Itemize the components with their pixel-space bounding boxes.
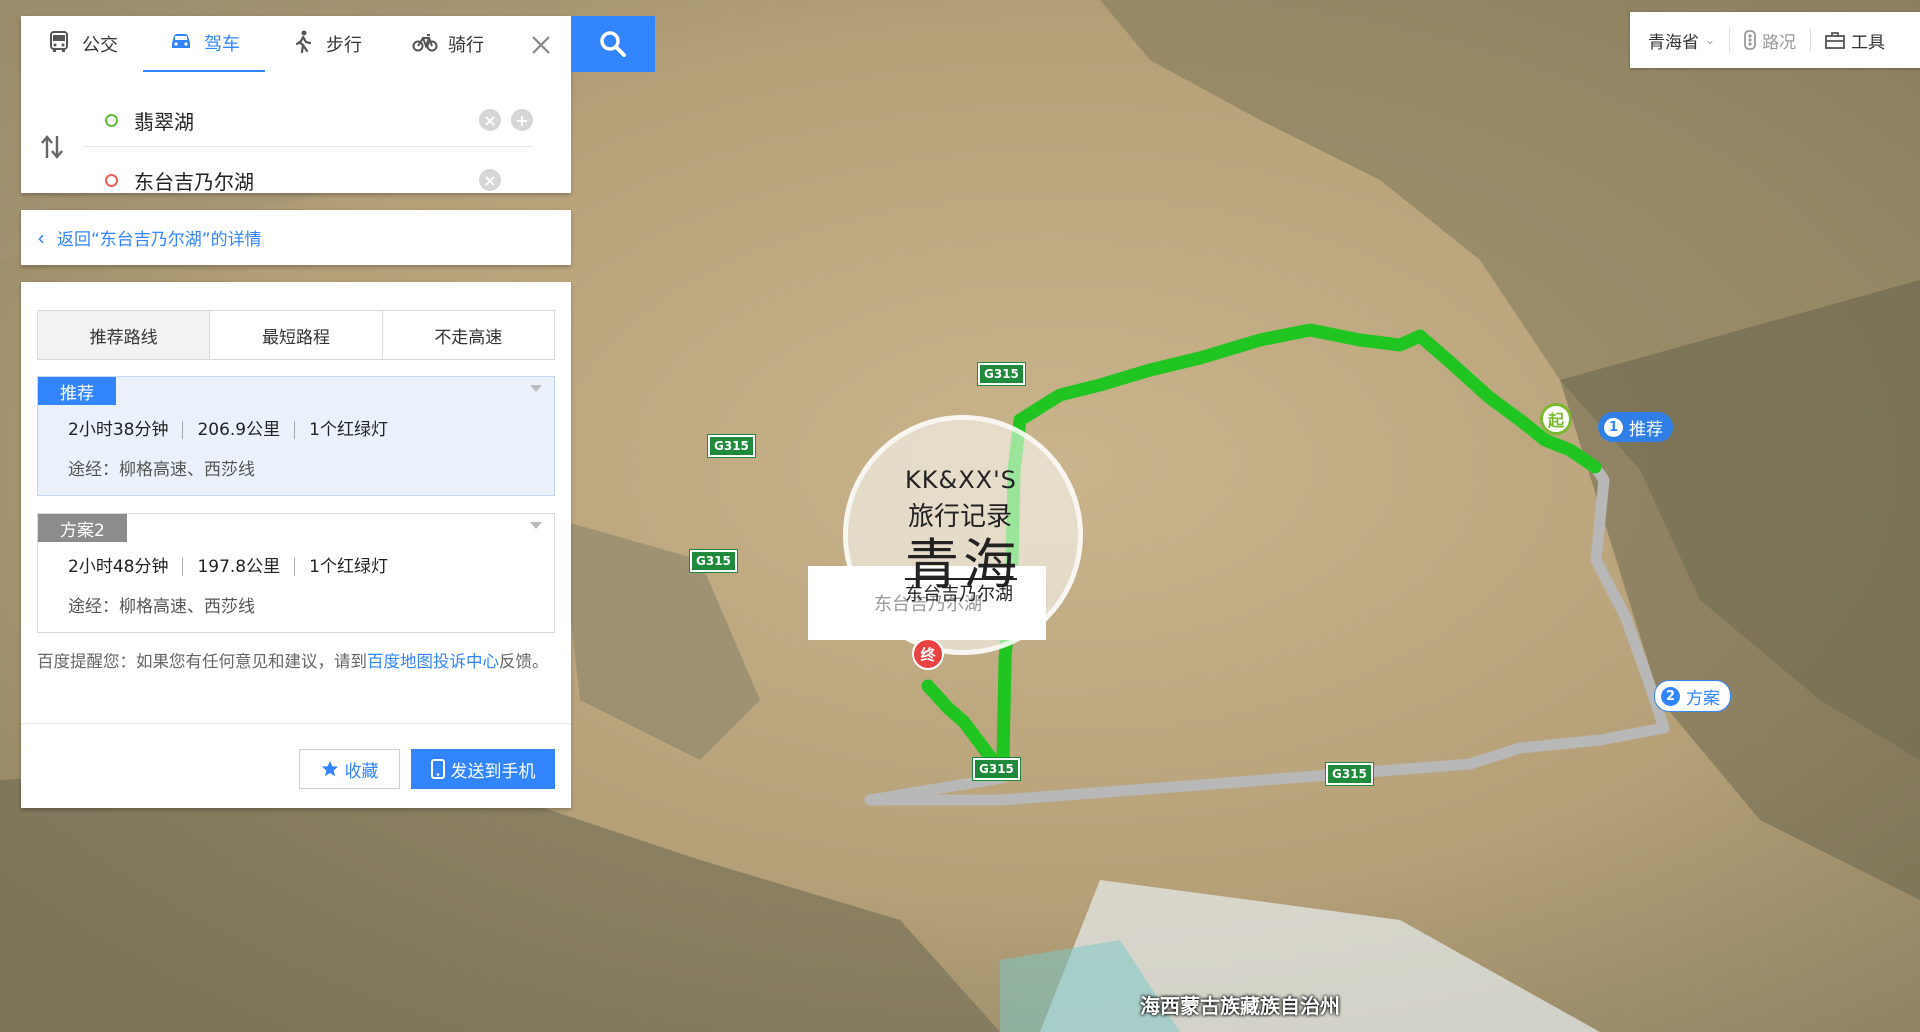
traffic-toggle[interactable]: 路况 bbox=[1744, 12, 1796, 68]
transport-mode-tabs: 公交 驾车 步行 骑行 bbox=[21, 16, 511, 72]
highway-shield: G315 bbox=[707, 434, 756, 458]
route1-text: 推荐 bbox=[1629, 419, 1663, 440]
plan-traffic-lights: 1个红绿灯 bbox=[294, 558, 402, 576]
watermark-brand: KK&XX'S bbox=[905, 466, 1017, 494]
bus-icon bbox=[46, 29, 72, 60]
tab-bus-label: 公交 bbox=[82, 35, 118, 56]
bike-icon bbox=[412, 29, 438, 60]
route-plan-2[interactable]: 方案2 2小时48分钟 197.8公里 1个红绿灯 途经：柳格高速、西莎线 bbox=[37, 513, 555, 633]
phone-icon bbox=[430, 759, 445, 779]
feedback-tip: 百度提醒您：如果您有任何意见和建议，请到百度地图投诉中心反馈。 bbox=[37, 647, 562, 676]
tab-recommended[interactable]: 推荐路线 bbox=[38, 311, 211, 359]
tip-prefix: 百度提醒您：如果您有任何意见和建议，请到 bbox=[37, 652, 367, 671]
route2-number: 2 bbox=[1661, 686, 1680, 706]
watermark-line3: 东台吉乃尔湖 bbox=[905, 584, 1013, 605]
province-selector[interactable]: 青海省 ⌄ bbox=[1648, 12, 1715, 68]
plan-traffic-lights: 1个红绿灯 bbox=[294, 421, 402, 439]
highway-shield: G315 bbox=[689, 549, 738, 573]
plan-distance: 197.8公里 bbox=[182, 558, 294, 576]
tip-suffix: 反馈。 bbox=[499, 652, 549, 671]
add-waypoint-icon[interactable]: + bbox=[511, 109, 533, 131]
favorite-button[interactable]: 收藏 bbox=[299, 749, 400, 789]
tab-bike[interactable]: 骑行 bbox=[387, 16, 509, 72]
back-to-detail-link[interactable]: 返回“东台吉乃尔湖”的详情 bbox=[57, 225, 262, 250]
tab-drive-label: 驾车 bbox=[204, 34, 240, 55]
highway-shield: G315 bbox=[977, 362, 1026, 386]
route1-number: 1 bbox=[1604, 417, 1623, 437]
divider bbox=[1729, 28, 1731, 52]
route1-label[interactable]: 1 推荐 bbox=[1598, 412, 1673, 442]
plan-via: 途经：柳格高速、西莎线 bbox=[68, 460, 255, 480]
traffic-label: 路况 bbox=[1762, 32, 1797, 53]
divider bbox=[1810, 28, 1812, 52]
route2-label[interactable]: 2 方案 bbox=[1654, 680, 1731, 712]
tab-walk-label: 步行 bbox=[326, 35, 362, 56]
tools-menu[interactable]: 工具 bbox=[1825, 12, 1885, 68]
highway-shield: G315 bbox=[1325, 762, 1374, 786]
end-input-value[interactable]: 东台吉乃尔湖 bbox=[134, 166, 469, 195]
clear-start-icon[interactable]: × bbox=[479, 109, 501, 131]
end-dot-icon bbox=[105, 173, 118, 187]
back-link-panel: ‹ 返回“东台吉乃尔湖”的详情 bbox=[21, 210, 571, 265]
plan-via: 途经：柳格高速、西莎线 bbox=[68, 597, 255, 617]
plan-tag: 方案2 bbox=[38, 514, 127, 542]
clear-end-icon[interactable]: × bbox=[479, 169, 501, 191]
tab-bus[interactable]: 公交 bbox=[21, 16, 143, 72]
plan-distance: 206.9公里 bbox=[182, 421, 294, 439]
walk-icon bbox=[290, 29, 316, 60]
highway-shield: G315 bbox=[972, 757, 1021, 781]
start-input-value[interactable]: 翡翠湖 bbox=[134, 106, 469, 135]
close-icon[interactable] bbox=[526, 30, 556, 60]
route-results-panel: 推荐路线 最短路程 不走高速 推荐 2小时38分钟 206.9公里 1个红绿灯 … bbox=[21, 282, 571, 808]
send-to-phone-button[interactable]: 发送到手机 bbox=[411, 749, 555, 789]
tab-drive[interactable]: 驾车 bbox=[143, 16, 265, 72]
route-input-panel: 公交 驾车 步行 骑行 翡翠湖 × + 东台吉乃尔湖 × bbox=[21, 16, 571, 194]
star-icon bbox=[321, 760, 338, 777]
end-marker[interactable]: 终 bbox=[912, 638, 944, 670]
complaint-center-link[interactable]: 百度地图投诉中心 bbox=[367, 652, 499, 671]
route-preference-tabs: 推荐路线 最短路程 不走高速 bbox=[37, 310, 555, 360]
divider bbox=[21, 723, 571, 724]
route2-text: 方案 bbox=[1686, 688, 1720, 709]
tab-no-highway[interactable]: 不走高速 bbox=[382, 311, 554, 359]
map-toolbar: 青海省 ⌄ 路况 工具 bbox=[1630, 12, 1920, 68]
chevron-down-icon[interactable] bbox=[530, 385, 542, 392]
plan-stats: 2小时48分钟 197.8公里 1个红绿灯 bbox=[68, 558, 402, 576]
swap-icon[interactable] bbox=[39, 132, 65, 162]
start-marker[interactable]: 起 bbox=[1540, 403, 1572, 435]
end-field[interactable]: 东台吉乃尔湖 × bbox=[83, 154, 533, 206]
tab-bike-label: 骑行 bbox=[448, 35, 484, 56]
search-icon bbox=[600, 31, 626, 57]
chevron-down-icon: ⌄ bbox=[1705, 33, 1716, 47]
start-field[interactable]: 翡翠湖 × + bbox=[83, 94, 533, 147]
route-plan-1[interactable]: 推荐 2小时38分钟 206.9公里 1个红绿灯 途经：柳格高速、西莎线 bbox=[37, 376, 555, 496]
favorite-label: 收藏 bbox=[344, 761, 379, 782]
search-button[interactable] bbox=[571, 16, 655, 72]
car-icon bbox=[168, 28, 194, 59]
province-label: 青海省 bbox=[1648, 32, 1699, 53]
toolbox-icon bbox=[1825, 32, 1845, 49]
start-dot-icon bbox=[105, 113, 118, 127]
tab-walk[interactable]: 步行 bbox=[265, 16, 387, 72]
plan-duration: 2小时38分钟 bbox=[68, 420, 169, 440]
tools-label: 工具 bbox=[1851, 32, 1886, 53]
tab-shortest[interactable]: 最短路程 bbox=[210, 311, 383, 359]
plan-stats: 2小时38分钟 206.9公里 1个红绿灯 bbox=[68, 421, 402, 439]
region-label: 海西蒙古族藏族自治州 bbox=[1140, 994, 1340, 1018]
plan-tag: 推荐 bbox=[38, 377, 116, 405]
chevron-down-icon[interactable] bbox=[530, 522, 542, 529]
traffic-light-icon bbox=[1744, 30, 1756, 50]
plan-duration: 2小时48分钟 bbox=[68, 557, 169, 577]
send-label: 发送到手机 bbox=[450, 761, 536, 782]
chevron-left-icon: ‹ bbox=[37, 225, 45, 250]
